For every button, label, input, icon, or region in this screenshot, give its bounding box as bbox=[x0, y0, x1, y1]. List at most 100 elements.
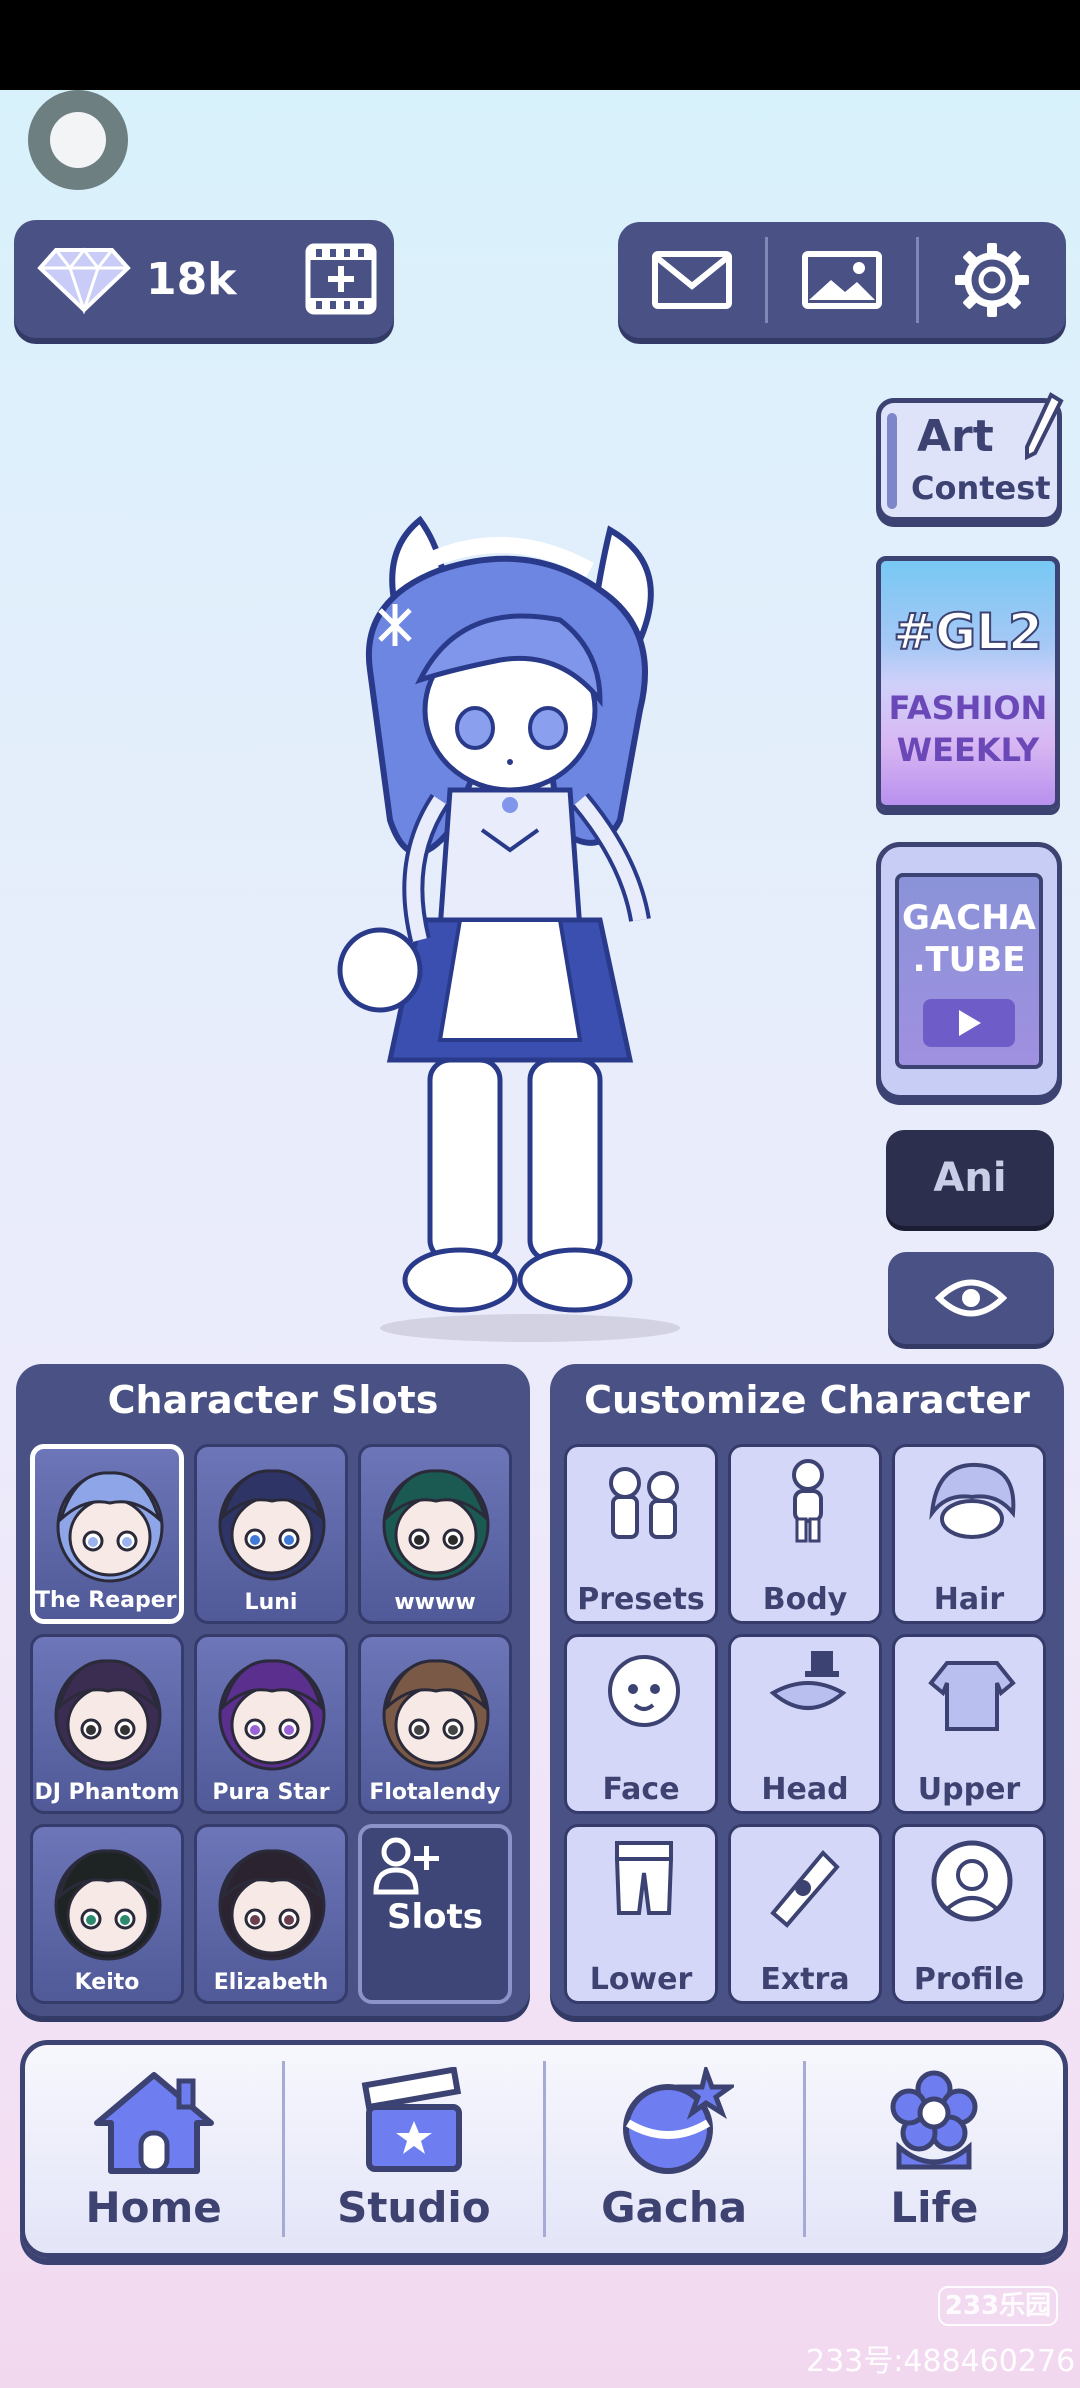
gallery-button[interactable] bbox=[768, 222, 915, 338]
pencil-icon bbox=[1025, 392, 1064, 461]
character-slot[interactable]: Flotalendy bbox=[358, 1634, 512, 1814]
gl2-subtitle: FASHION WEEKLY bbox=[881, 687, 1055, 771]
customize-body-button[interactable]: Body bbox=[728, 1444, 882, 1624]
customize-head-button[interactable]: Head bbox=[728, 1634, 882, 1814]
ani-button[interactable]: Ani bbox=[886, 1130, 1054, 1226]
nav-studio[interactable]: Studio bbox=[285, 2045, 542, 2253]
profile-icon bbox=[931, 1840, 1013, 1922]
record-icon bbox=[50, 112, 106, 168]
extra-icon bbox=[770, 1850, 840, 1928]
character-slots-grid: The Reaper Bo Luni wwww DJ Phantom Pura Star… bbox=[30, 1444, 512, 2004]
image-icon bbox=[801, 251, 882, 309]
settings-button[interactable] bbox=[919, 222, 1066, 338]
gem-count: 18k bbox=[146, 253, 237, 305]
character-slot-label: DJ Phantom bbox=[34, 1780, 180, 1805]
character-slot[interactable]: wwww bbox=[358, 1444, 512, 1624]
watermark-logo: 233乐园 bbox=[938, 2286, 1058, 2326]
customize-title: Customize Character bbox=[584, 1378, 1030, 1422]
flower-icon bbox=[890, 2070, 978, 2169]
diamond-icon bbox=[37, 247, 131, 314]
currency-panel: 18k bbox=[14, 220, 394, 338]
bottom-navigation: Home Studio Gacha Life bbox=[20, 2040, 1068, 2258]
play-icon bbox=[923, 999, 1015, 1047]
ani-label: Ani bbox=[933, 1155, 1007, 1201]
mail-button[interactable] bbox=[618, 222, 765, 338]
customize-label: Hair bbox=[933, 1582, 1005, 1617]
clapperboard-icon bbox=[361, 2066, 462, 2172]
gl2-line-1: FASHION bbox=[888, 689, 1048, 727]
character-slots-panel: Character Slots The Reaper Bo Luni wwww DJ … bbox=[16, 1364, 530, 2016]
character-slot[interactable]: The Reaper Bo bbox=[30, 1444, 184, 1624]
character-slot-label: wwww bbox=[394, 1590, 476, 1615]
art-contest-button[interactable]: Art Contest bbox=[876, 392, 1064, 522]
character-avatar bbox=[382, 1659, 490, 1771]
preview-button[interactable] bbox=[888, 1252, 1054, 1344]
add-slots-label: Slots bbox=[387, 1897, 483, 1937]
character-slot[interactable]: Keito bbox=[30, 1824, 184, 2004]
body-icon bbox=[792, 1459, 824, 1543]
customize-label: Head bbox=[761, 1772, 849, 1807]
home-icon bbox=[93, 2071, 214, 2174]
art-contest-label-2: Contest bbox=[911, 469, 1051, 507]
gacha-tube-line-1: GACHA bbox=[902, 898, 1036, 938]
customize-label: Presets bbox=[577, 1582, 705, 1617]
record-button[interactable] bbox=[28, 90, 128, 190]
customize-presets-button[interactable]: Presets bbox=[564, 1444, 718, 1624]
gl2-line-2: WEEKLY bbox=[896, 731, 1040, 769]
head-accessory-icon bbox=[769, 1651, 847, 1710]
watermark-id: 233号:488460276 bbox=[806, 2344, 1076, 2379]
gl2-fashion-weekly-button[interactable]: #GL2 FASHION WEEKLY bbox=[876, 556, 1060, 810]
character-avatar bbox=[56, 1471, 164, 1583]
gacha-tube-button[interactable]: GACHA .TUBE bbox=[876, 842, 1062, 1100]
customize-label: Lower bbox=[589, 1962, 693, 1997]
customize-label: Extra bbox=[760, 1962, 850, 1997]
character-avatar bbox=[218, 1659, 326, 1771]
watch-ad-add-gems-icon[interactable] bbox=[302, 240, 380, 318]
customize-label: Face bbox=[602, 1772, 680, 1807]
face-icon bbox=[608, 1655, 680, 1727]
character-slot[interactable]: Pura Star bbox=[194, 1634, 348, 1814]
nav-life[interactable]: Life bbox=[806, 2045, 1063, 2253]
customize-extra-button[interactable]: Extra bbox=[728, 1824, 882, 2004]
customize-face-button[interactable]: Face bbox=[564, 1634, 718, 1814]
character-slot-label: Flotalendy bbox=[369, 1780, 501, 1805]
nav-home[interactable]: Home bbox=[25, 2045, 282, 2253]
gl2-title: #GL2 bbox=[892, 602, 1044, 662]
nav-gacha[interactable]: Gacha bbox=[546, 2045, 803, 2253]
character-slot[interactable]: Luni bbox=[194, 1444, 348, 1624]
upper-clothing-icon bbox=[928, 1661, 1016, 1731]
gear-icon bbox=[955, 243, 1030, 317]
customize-character-panel: Customize Character Presets Body Hair Face H… bbox=[550, 1364, 1064, 2016]
nav-life-label: Life bbox=[890, 2182, 979, 2232]
character-slot-label: The Reaper Bo bbox=[35, 1588, 179, 1613]
character-preview[interactable] bbox=[300, 500, 760, 1360]
character-slot-label: Luni bbox=[244, 1590, 298, 1615]
customize-lower-button[interactable]: Lower bbox=[564, 1824, 718, 2004]
gacha-ball-icon bbox=[623, 2066, 735, 2174]
customize-upper-button[interactable]: Upper bbox=[892, 1634, 1046, 1814]
lower-clothing-icon bbox=[614, 1841, 674, 1915]
character-avatar bbox=[218, 1469, 326, 1581]
nav-gacha-label: Gacha bbox=[601, 2182, 748, 2232]
character-avatar bbox=[218, 1849, 326, 1961]
character-slot-label: Keito bbox=[74, 1970, 140, 1995]
customize-profile-button[interactable]: Profile bbox=[892, 1824, 1046, 2004]
character-avatar bbox=[382, 1469, 490, 1581]
notebook-strip bbox=[887, 413, 897, 509]
customize-hair-button[interactable]: Hair bbox=[892, 1444, 1046, 1624]
nav-home-label: Home bbox=[85, 2182, 222, 2232]
character-slot-label: Elizabeth bbox=[213, 1970, 329, 1995]
add-slots-button[interactable]: Slots bbox=[358, 1824, 512, 2004]
hair-icon bbox=[929, 1462, 1016, 1539]
character-avatar bbox=[54, 1849, 162, 1961]
gacha-tube-screen: GACHA .TUBE bbox=[895, 873, 1043, 1069]
add-user-icon bbox=[373, 1837, 439, 1895]
character-slot[interactable]: DJ Phantom bbox=[30, 1634, 184, 1814]
eye-icon bbox=[935, 1279, 1007, 1317]
character-slot-label: Pura Star bbox=[212, 1780, 330, 1805]
art-contest-label-1: Art bbox=[917, 411, 994, 462]
customize-label: Profile bbox=[913, 1962, 1025, 1997]
character-slot[interactable]: Elizabeth bbox=[194, 1824, 348, 2004]
nav-studio-label: Studio bbox=[337, 2182, 491, 2232]
customize-label: Upper bbox=[917, 1772, 1021, 1807]
